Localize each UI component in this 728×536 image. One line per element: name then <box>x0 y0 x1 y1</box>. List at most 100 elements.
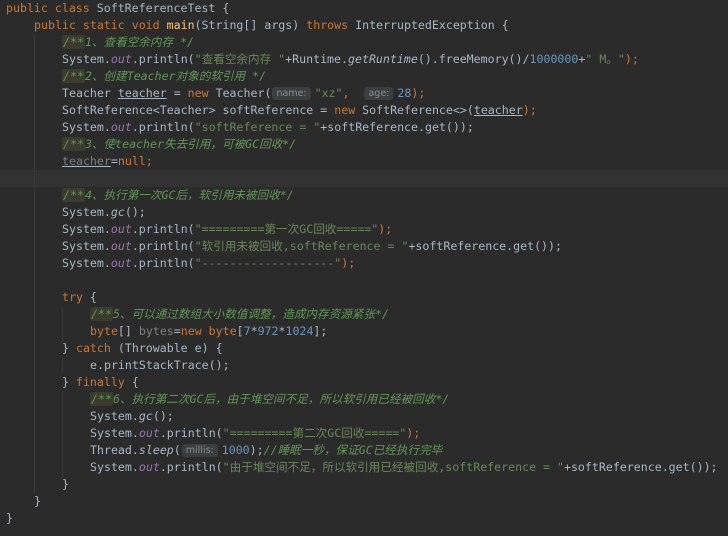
code-token: * <box>278 324 286 338</box>
code-text: Teacher teacher = new Teacher(name: "xz",… <box>62 85 425 102</box>
code-line[interactable]: byte[] bytes=new byte[7*972*1024]; <box>0 323 728 340</box>
code-line[interactable]: } <box>0 493 728 510</box>
code-text: SoftReference<Teacher> softReference = n… <box>62 102 537 119</box>
code-token: = <box>110 154 118 168</box>
code-line[interactable]: System.out.println("查看空余内存 "+Runtime.get… <box>0 51 728 68</box>
code-line[interactable]: /**1、查看空余内存 */ <box>0 34 728 51</box>
code-text: e.printStackTrace(); <box>90 357 230 374</box>
code-line[interactable] <box>0 170 728 187</box>
code-line[interactable]: System.out.println("由于堆空间不足，所以软引用已经被回收,s… <box>0 459 728 476</box>
code-line[interactable]: /**2、创建Teacher对象的软引用 */ <box>0 68 728 85</box>
code-token: "=========第二次GC回收=====" <box>222 426 407 440</box>
indent-guide <box>34 289 35 306</box>
code-line[interactable]: /**4、执行第一次GC后，软引用未被回收*/ <box>0 187 728 204</box>
code-token: byte <box>90 324 118 338</box>
code-token: } <box>62 477 69 491</box>
code-line[interactable]: System.gc(); <box>0 204 728 221</box>
code-line[interactable]: } <box>0 510 728 527</box>
code-token: /** <box>90 392 113 406</box>
code-line[interactable]: System.out.println("softReference = "+so… <box>0 119 728 136</box>
code-token: { <box>131 375 139 389</box>
code-token: 3、使teacher失去引用，可被GC回收*/ <box>84 137 297 151</box>
code-line[interactable]: System.out.println("软引用未被回收,softReferenc… <box>0 238 728 255</box>
code-line[interactable]: } <box>0 476 728 493</box>
indent-guide <box>34 391 35 408</box>
code-token: SoftReferenceTest { <box>96 1 230 15</box>
code-token: new byte <box>180 324 237 338</box>
code-token: [ <box>236 324 244 338</box>
code-token: "软引用未被回收,softReference = " <box>194 239 409 253</box>
indent-guide <box>34 357 35 374</box>
indent-guide <box>34 187 35 204</box>
code-token: out <box>110 256 132 270</box>
code-line[interactable]: /**5、可以通过数组大小数值调整，造成内存资源紧张*/ <box>0 306 728 323</box>
code-text: /**2、创建Teacher对象的软引用 */ <box>62 68 266 85</box>
code-text: public class SoftReferenceTest { <box>6 0 229 17</box>
code-token: , <box>342 86 364 100</box>
indent-guide <box>34 425 35 442</box>
code-line[interactable]: System.out.println("=========第二次GC回收====… <box>0 425 728 442</box>
code-token: 7 <box>243 324 251 338</box>
code-line[interactable]: teacher=null; <box>0 153 728 170</box>
code-text: System.out.println("-------------------"… <box>62 255 355 272</box>
code-token: +softReference.get()); <box>563 460 718 474</box>
code-token: try <box>62 290 90 304</box>
code-text: System.out.println("=========第二次GC回收====… <box>90 425 420 442</box>
code-line[interactable]: /**6、执行第二次GC后，由于堆空间不足，所以软引用已经被回收*/ <box>0 391 728 408</box>
code-text: Thread.sleep(millis: 1000);//睡眠一秒，保证GC已经执… <box>90 442 442 459</box>
code-token: { <box>89 290 97 304</box>
code-token: ; <box>145 154 153 168</box>
code-line[interactable] <box>0 272 728 289</box>
code-token: 28 <box>397 86 412 100</box>
code-token: "由于堆空间不足，所以软引用已经被回收,softReference = " <box>222 460 564 474</box>
indent-guide <box>34 272 35 289</box>
indent-guide <box>62 357 63 374</box>
indent-guide <box>62 459 63 476</box>
indent-guide <box>34 34 35 51</box>
code-line[interactable]: Teacher teacher = new Teacher(name: "xz",… <box>0 85 728 102</box>
code-token: } <box>62 341 76 355</box>
code-token: throws <box>306 18 356 32</box>
code-token: System. <box>62 239 111 253</box>
code-token: /** <box>62 188 85 202</box>
code-editor[interactable]: public class SoftReferenceTest {public s… <box>0 0 728 536</box>
code-line[interactable]: } catch (Throwable e) { <box>0 340 728 357</box>
code-text: System.gc(); <box>62 204 146 221</box>
code-token: 1000000 <box>529 52 579 66</box>
code-text: /**3、使teacher失去引用，可被GC回收*/ <box>62 136 296 153</box>
code-token: teacher <box>473 103 523 117</box>
code-line[interactable]: SoftReference<Teacher> softReference = n… <box>0 102 728 119</box>
code-token: /** <box>90 307 113 321</box>
code-token: 972 <box>257 324 279 338</box>
code-token: [] <box>117 324 139 338</box>
code-text: System.gc(); <box>90 408 174 425</box>
code-token: " M。" <box>585 52 625 66</box>
code-token: 1024 <box>285 324 314 338</box>
code-text: System.out.println("softReference = "+so… <box>62 119 474 136</box>
code-line[interactable]: System.out.println("=========第一次GC回收====… <box>0 221 728 238</box>
code-line[interactable]: try { <box>0 289 728 306</box>
indent-guide <box>34 442 35 459</box>
indent-guide <box>34 374 35 391</box>
code-token: Teacher <box>62 86 118 100</box>
code-line[interactable]: System.gc(); <box>0 408 728 425</box>
code-token: ); <box>341 256 356 270</box>
code-token: ); <box>378 222 393 236</box>
code-line[interactable]: } finally { <box>0 374 728 391</box>
code-line[interactable]: System.out.println("-------------------"… <box>0 255 728 272</box>
code-token: .println( <box>131 52 195 66</box>
code-token: getRuntime <box>348 52 418 66</box>
code-token: 4、执行第一次GC后，软引用未被回收*/ <box>84 188 294 202</box>
code-line[interactable]: Thread.sleep(millis: 1000);//睡眠一秒，保证GC已经执… <box>0 442 728 459</box>
code-line[interactable]: public static void main(String[] args) t… <box>0 17 728 34</box>
code-line[interactable]: /**3、使teacher失去引用，可被GC回收*/ <box>0 136 728 153</box>
code-line[interactable]: public class SoftReferenceTest { <box>0 0 728 17</box>
code-token: out <box>138 426 160 440</box>
code-token: } <box>34 494 41 508</box>
indent-guide <box>62 408 63 425</box>
code-line[interactable]: e.printStackTrace(); <box>0 357 728 374</box>
code-token: ); <box>522 103 537 117</box>
code-token: (Throwable e) { <box>117 341 223 355</box>
code-token: +Runtime. <box>285 52 348 66</box>
indent-guide <box>34 85 35 102</box>
